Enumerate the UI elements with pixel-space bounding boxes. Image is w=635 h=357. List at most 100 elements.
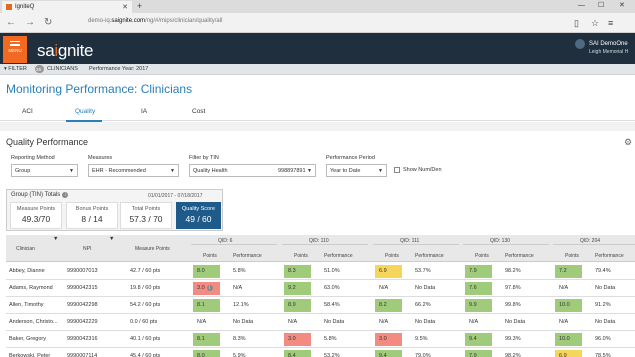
points-cell[interactable]: N/A	[193, 316, 220, 329]
tab-cost[interactable]: Cost	[192, 108, 205, 115]
col-performance[interactable]: Performance	[505, 253, 534, 259]
performance-value: 99.3%	[505, 336, 521, 342]
points-cell[interactable]: N/A	[375, 282, 402, 295]
col-points[interactable]: Points	[294, 253, 308, 259]
points-cell[interactable]: 10.0	[555, 299, 582, 312]
close-window-icon[interactable]: ✕	[619, 0, 625, 12]
url-field[interactable]: demo-iq.saignite.com/ng/#/mips/clinician…	[88, 18, 222, 24]
user-avatar-icon[interactable]	[575, 39, 585, 49]
tab-aci[interactable]: ACI	[22, 108, 33, 115]
col-performance[interactable]: Performance	[324, 253, 353, 259]
col-performance[interactable]: Performance	[233, 253, 262, 259]
refresh-icon[interactable]: ↻	[44, 16, 52, 30]
bonus-points-box: Bonus Points 8 / 14	[66, 202, 118, 229]
filter-toggle[interactable]: ▾ FILTER	[4, 66, 27, 72]
points-cell[interactable]: N/A	[555, 316, 582, 329]
info-icon[interactable]: i	[206, 284, 213, 291]
filter-icon[interactable]: ▼	[109, 236, 114, 242]
points-cell[interactable]: 3.0 i	[193, 282, 220, 295]
new-tab-icon[interactable]: +	[137, 1, 142, 12]
performance-period-select[interactable]: Year to Date ▼	[326, 164, 387, 177]
points-cell[interactable]: 6.9	[375, 265, 402, 278]
chevron-down-icon: ▼	[170, 168, 175, 174]
points-cell[interactable]: 8.9	[284, 299, 311, 312]
points-cell[interactable]: N/A	[284, 316, 311, 329]
back-icon[interactable]: ←	[6, 16, 16, 30]
col-points[interactable]: Points	[565, 253, 579, 259]
forward-icon[interactable]: →	[25, 16, 35, 30]
col-points[interactable]: Points	[385, 253, 399, 259]
table-row[interactable]: Abbey, Dianne 9990007013 42.7 / 60 pts 8.0 5…	[6, 263, 635, 280]
gear-icon[interactable]: ⚙	[624, 137, 632, 148]
points-cell[interactable]: 8.4	[284, 350, 311, 357]
performance-value: 79.0%	[415, 353, 431, 357]
col-npi[interactable]: NPI	[83, 246, 91, 252]
points-cell[interactable]: 10.0	[555, 333, 582, 346]
points-cell[interactable]: 7.2	[555, 265, 582, 278]
points-value: 8.1	[197, 336, 205, 342]
points-cell[interactable]: 8.1	[193, 299, 220, 312]
points-cell[interactable]: 7.6	[465, 282, 492, 295]
chevron-down-icon: ▼	[307, 168, 312, 174]
tab-ia[interactable]: IA	[141, 108, 147, 115]
points-cell[interactable]: 7.9	[465, 265, 492, 278]
performance-value: 98.2%	[505, 268, 521, 274]
points-cell[interactable]: 9.9	[465, 299, 492, 312]
points-cell[interactable]: 9.2	[284, 282, 311, 295]
table-row[interactable]: Anderson, Christo... 9990042229 0.0 / 60 p…	[6, 314, 635, 331]
col-points[interactable]: Points	[475, 253, 489, 259]
tin-select[interactable]: Quality Health 998897891 ▼	[189, 164, 316, 177]
favorite-star-icon[interactable]: ☆	[591, 16, 599, 30]
user-name[interactable]: SAI DemoOne	[589, 41, 628, 47]
browser-tab[interactable]: IgniteQ ✕	[2, 1, 132, 13]
points-cell[interactable]: 8.3	[284, 265, 311, 278]
minimize-icon[interactable]: —	[578, 0, 585, 12]
table-row[interactable]: Allen, Timothy 9990042298 54.2 / 60 pts 8.1…	[6, 297, 635, 314]
npi-value: 9990007013	[67, 268, 98, 274]
table-row[interactable]: Adams, Raymond 9990042315 19.8 / 60 pts 3.0…	[6, 280, 635, 297]
reporting-method-select[interactable]: Group ▼	[11, 164, 78, 177]
performance-value: 5.9%	[233, 353, 246, 357]
points-cell[interactable]: 3.0	[375, 333, 402, 346]
points-cell[interactable]: 7.9	[465, 350, 492, 357]
filter-scope[interactable]: CLINICIANS	[47, 66, 78, 72]
performance-value: No Data	[595, 285, 616, 291]
reading-view-icon[interactable]: ▯	[574, 16, 579, 30]
table-row[interactable]: Berkowski, Peter 9990007114 45.4 / 60 pts 8…	[6, 348, 635, 357]
points-cell[interactable]: 9.4	[465, 333, 492, 346]
maximize-icon[interactable]: ☐	[598, 0, 604, 12]
points-cell[interactable]: 6.9	[555, 350, 582, 357]
points-cell[interactable]: 8.0	[193, 265, 220, 278]
points-value: 10.0	[559, 302, 570, 308]
col-points[interactable]: Points	[203, 253, 217, 259]
points-cell[interactable]: 8.1	[193, 333, 220, 346]
points-cell[interactable]: 3.0	[284, 333, 311, 346]
performance-value: No Data	[415, 319, 436, 325]
points-cell[interactable]: N/A	[375, 316, 402, 329]
col-performance[interactable]: Performance	[415, 253, 444, 259]
col-measure-points[interactable]: Measure Points	[135, 246, 170, 252]
points-cell[interactable]: N/A	[465, 316, 492, 329]
address-bar: ← → ↻ demo-iq.saignite.com/ng/#/mips/cli…	[0, 13, 635, 33]
points-value: N/A	[379, 319, 389, 325]
filter-bar: ▾ FILTER 26 CLINICIANS Performance Year:…	[0, 64, 635, 75]
qid-divider	[282, 244, 368, 245]
table-row[interactable]: Baker, Gregory 9990042316 40.1 / 60 pts 8.1…	[6, 331, 635, 348]
points-cell[interactable]: 9.4	[375, 350, 402, 357]
performance-value: 12.1%	[233, 302, 249, 308]
show-num-den-checkbox[interactable]	[394, 167, 400, 173]
points-value: 9.4	[469, 336, 477, 342]
points-cell[interactable]: 8.0	[193, 350, 220, 357]
close-tab-icon[interactable]: ✕	[122, 3, 128, 11]
tab-quality[interactable]: Quality	[75, 108, 95, 115]
measures-select[interactable]: EHR - Recommended ▼	[88, 164, 179, 177]
menu-button[interactable]: MENU	[3, 36, 27, 63]
filter-icon[interactable]: ▼	[53, 236, 58, 242]
points-cell[interactable]: 8.2	[375, 299, 402, 312]
info-icon[interactable]: i	[62, 192, 69, 198]
measure-points-value: 45.4 / 60 pts	[130, 353, 161, 357]
col-performance[interactable]: Performance	[595, 253, 624, 259]
col-clinician[interactable]: Clinician	[16, 246, 35, 252]
hub-icon[interactable]: ≡	[608, 16, 613, 30]
points-cell[interactable]: N/A	[555, 282, 582, 295]
